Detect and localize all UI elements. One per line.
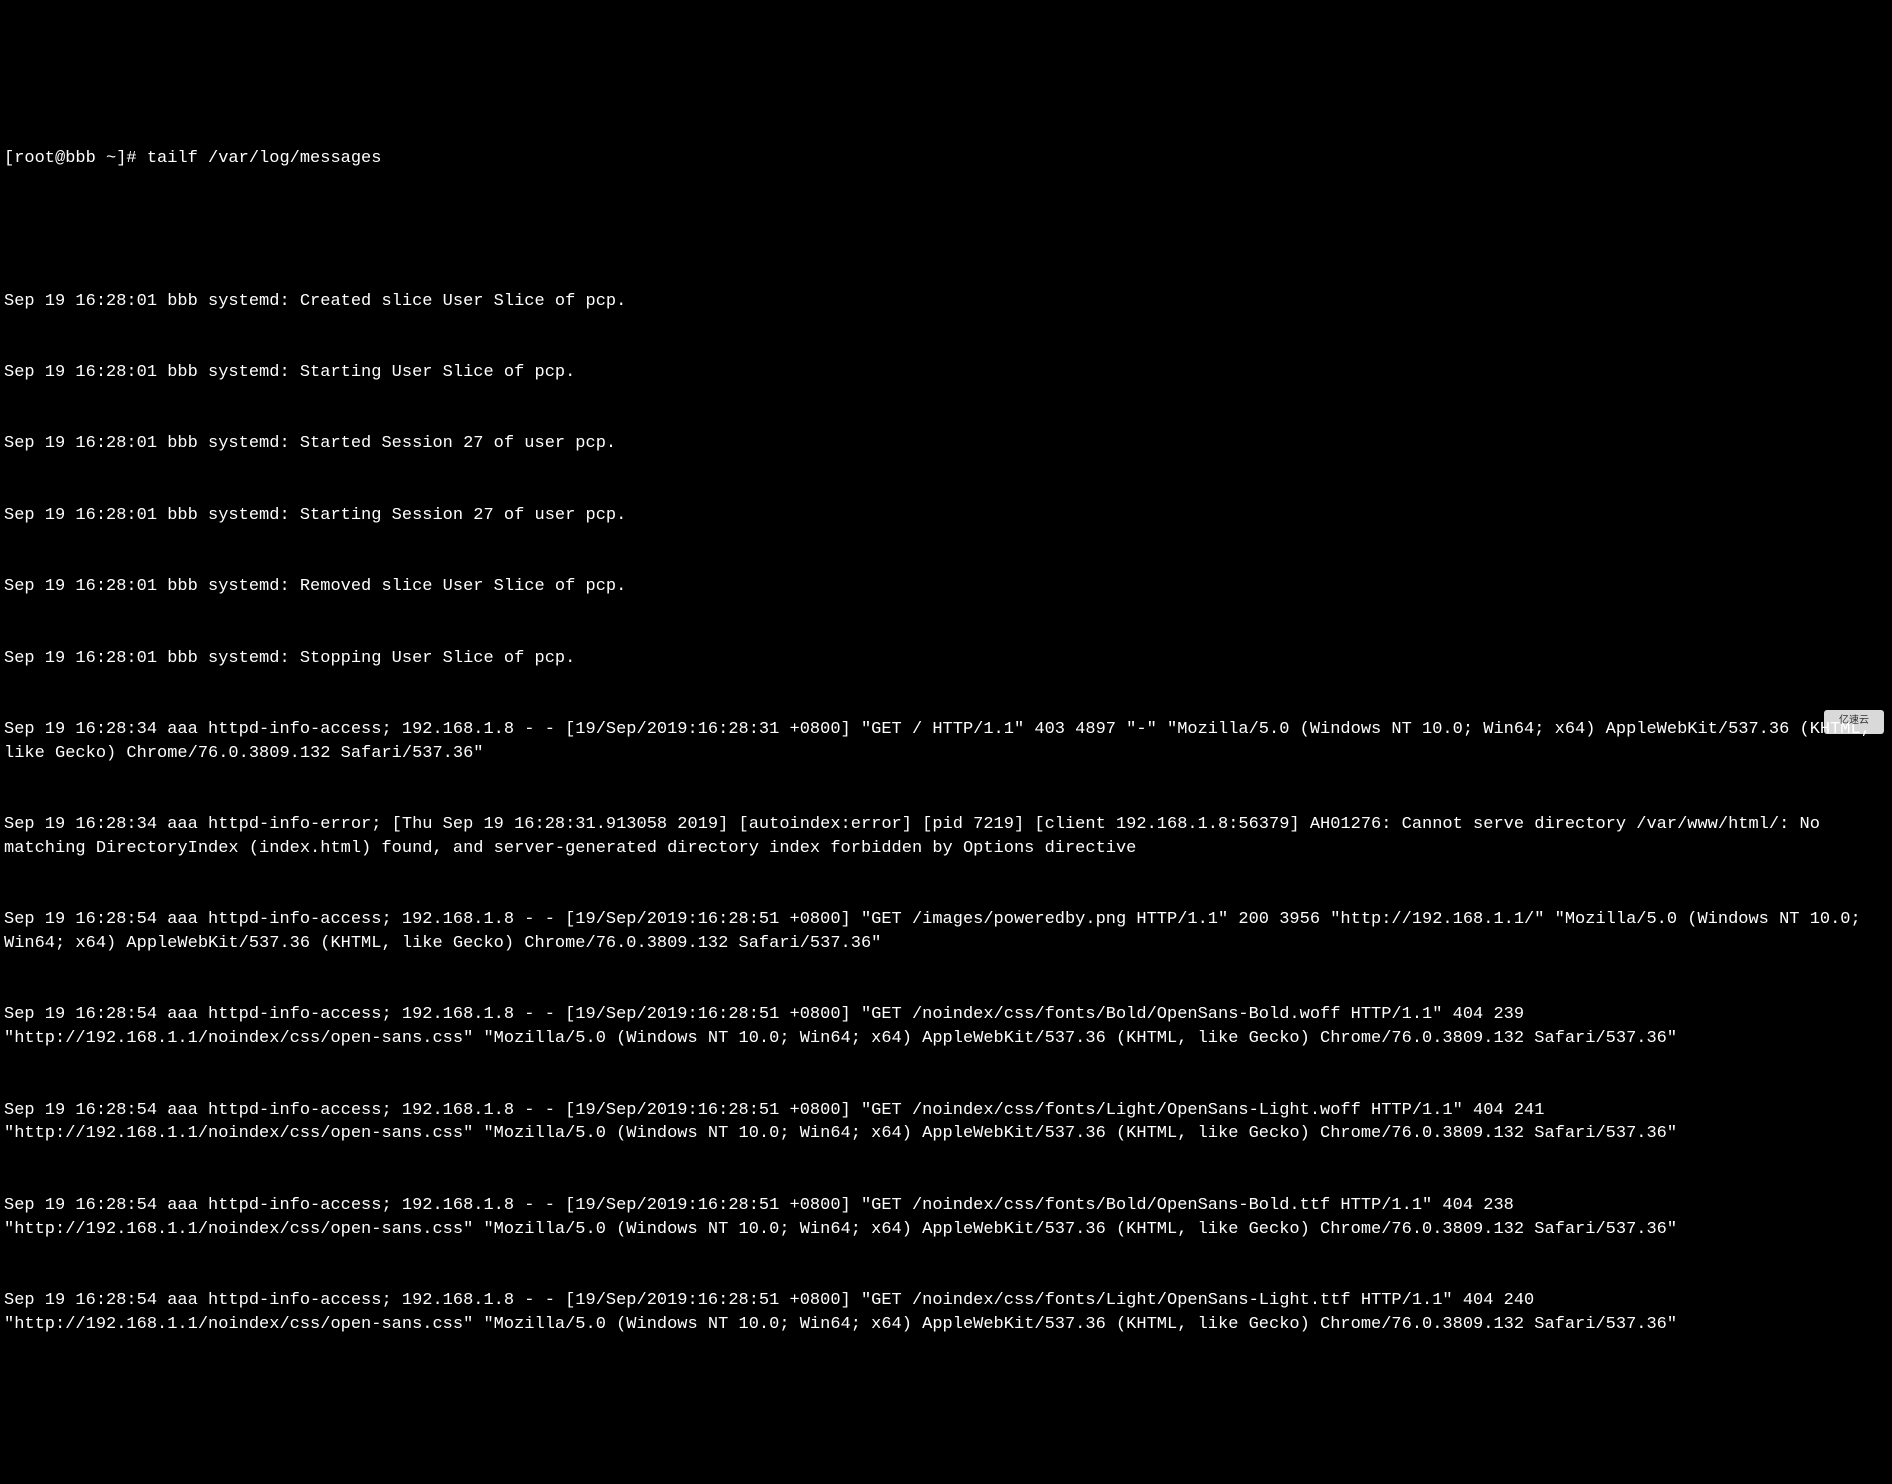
terminal-output[interactable]: [root@bbb ~]# tailf /var/log/messages Se… xyxy=(4,99,1888,1360)
log-line: Sep 19 16:28:54 aaa httpd-info-access; 1… xyxy=(4,1003,1888,1051)
blank-line xyxy=(4,218,1888,242)
log-line: Sep 19 16:28:54 aaa httpd-info-access; 1… xyxy=(4,1289,1888,1337)
log-line: Sep 19 16:28:54 aaa httpd-info-access; 1… xyxy=(4,908,1888,956)
log-line: Sep 19 16:28:01 bbb systemd: Stopping Us… xyxy=(4,647,1888,671)
log-line: Sep 19 16:28:34 aaa httpd-info-error; [T… xyxy=(4,813,1888,861)
log-line: Sep 19 16:28:01 bbb systemd: Starting Se… xyxy=(4,504,1888,528)
log-line: Sep 19 16:28:01 bbb systemd: Created sli… xyxy=(4,290,1888,314)
log-line: Sep 19 16:28:01 bbb systemd: Removed sli… xyxy=(4,575,1888,599)
log-line: Sep 19 16:28:54 aaa httpd-info-access; 1… xyxy=(4,1194,1888,1242)
log-line: Sep 19 16:28:01 bbb systemd: Started Ses… xyxy=(4,432,1888,456)
command-prompt: [root@bbb ~]# tailf /var/log/messages xyxy=(4,147,1888,171)
watermark-badge: 亿速云 xyxy=(1824,710,1884,734)
log-line: Sep 19 16:28:01 bbb systemd: Starting Us… xyxy=(4,361,1888,385)
log-line: Sep 19 16:28:54 aaa httpd-info-access; 1… xyxy=(4,1099,1888,1147)
